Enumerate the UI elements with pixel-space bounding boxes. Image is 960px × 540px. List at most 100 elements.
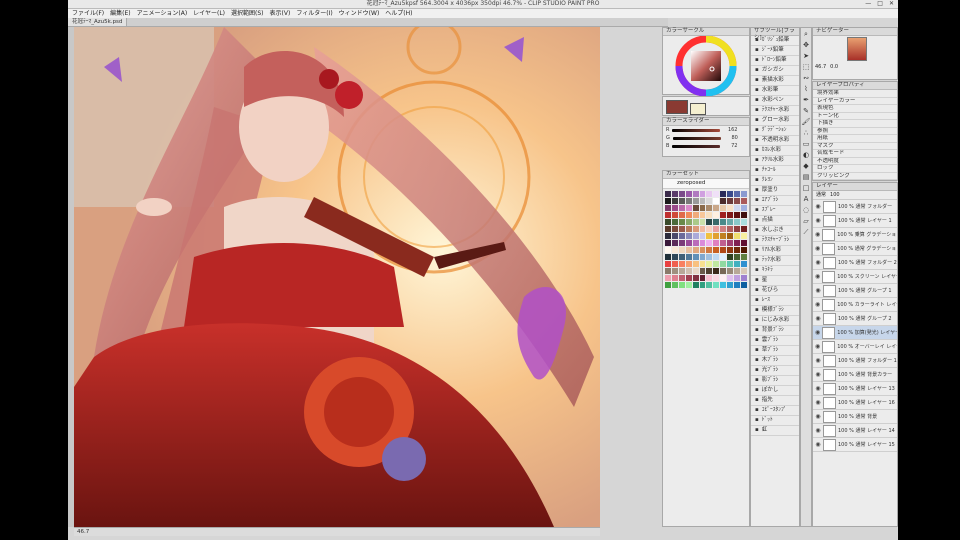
sub-tool-item[interactable]: ▪ ﾘｱﾙ水彩 [751, 246, 799, 256]
layer-property-item[interactable]: 参照 [813, 128, 897, 135]
maximize-button[interactable]: □ [877, 0, 883, 8]
opacity-value[interactable]: 100 [830, 191, 840, 199]
airbrush-tool-icon[interactable]: ∴ [801, 128, 811, 138]
color-swatch[interactable] [720, 247, 727, 253]
color-swatch[interactable] [699, 275, 706, 281]
sub-tool-item[interactable]: ▪ 水しぶき [751, 226, 799, 236]
color-swatch[interactable] [727, 282, 734, 288]
navigator-preview[interactable] [847, 37, 867, 61]
sub-tool-item[interactable]: ▪ ｺﾋﾟｰｽﾀﾝﾌﾟ [751, 406, 799, 416]
sub-tool-item[interactable]: ▪ 模様ﾌﾞﾗｼ [751, 306, 799, 316]
sub-tool-item[interactable]: ▪ 木ﾌﾞﾗｼ [751, 356, 799, 366]
sub-tool-item[interactable]: ▪ ﾃｸｽﾁｬｰﾌﾞﾗｼ [751, 236, 799, 246]
color-swatch[interactable] [713, 282, 720, 288]
navigator-zoom-value[interactable]: 46.7 [815, 64, 826, 70]
layer-row[interactable]: ◉ 100 % カラーライト レイヤー 2 2 [813, 298, 897, 312]
canvas-area[interactable] [74, 27, 600, 527]
color-swatch[interactable] [699, 212, 706, 218]
blend-tool-icon[interactable]: ◐ [801, 150, 811, 160]
color-swatch[interactable] [727, 212, 734, 218]
color-swatch[interactable] [671, 261, 678, 267]
color-swatch[interactable] [671, 212, 678, 218]
color-swatch[interactable] [671, 205, 678, 211]
color-swatch[interactable] [665, 212, 671, 218]
color-swatch[interactable] [665, 275, 671, 281]
sub-tool-item[interactable]: ▪ ぼかし [751, 386, 799, 396]
color-swatch[interactable] [685, 226, 692, 232]
color-swatch[interactable] [706, 233, 713, 239]
navigator-angle-value[interactable]: 0.0 [830, 64, 838, 70]
color-swatch[interactable] [734, 191, 741, 197]
menu-layer[interactable]: レイヤー(L) [193, 9, 225, 18]
color-swatch[interactable] [665, 233, 671, 239]
color-swatch[interactable] [734, 198, 741, 204]
visibility-eye-icon[interactable]: ◉ [815, 399, 821, 406]
color-swatch[interactable] [741, 275, 747, 281]
color-swatch[interactable] [713, 212, 720, 218]
color-swatch[interactable] [699, 191, 706, 197]
color-swatch[interactable] [665, 191, 671, 197]
slider-b[interactable]: B 72 [663, 142, 749, 150]
layer-row[interactable]: ◉ 100 % 通常 レイヤー 15 [813, 438, 897, 452]
layer-property-item[interactable]: マスク [813, 143, 897, 150]
color-swatch[interactable] [706, 261, 713, 267]
layer-row[interactable]: ◉ 100 % 通常 グループ 1 [813, 284, 897, 298]
color-swatch[interactable] [734, 247, 741, 253]
layer-property-item[interactable]: レイヤーカラー [813, 98, 897, 105]
visibility-eye-icon[interactable]: ◉ [815, 329, 820, 336]
slider-b-track[interactable] [672, 144, 721, 148]
color-swatch[interactable] [720, 233, 727, 239]
minimize-button[interactable]: — [865, 0, 871, 8]
color-swatch[interactable] [713, 261, 720, 267]
color-swatch[interactable] [699, 226, 706, 232]
color-swatch[interactable] [699, 268, 706, 274]
operation-tool-icon[interactable]: ➤ [801, 51, 811, 61]
color-swatch[interactable] [727, 191, 734, 197]
sub-tool-item[interactable]: ▪ にじみ水彩 [751, 316, 799, 326]
sub-tool-item[interactable]: ▪ 花びら [751, 286, 799, 296]
color-swatch[interactable] [692, 212, 699, 218]
sub-tool-item[interactable]: ▪ 虹 [751, 426, 799, 436]
menu-help[interactable]: ヘルプ(H) [385, 9, 412, 18]
color-swatch[interactable] [692, 254, 699, 260]
layer-row[interactable]: ◉ 100 % 通常 レイヤー 13 [813, 382, 897, 396]
pencil-tool-icon[interactable]: ✎ [801, 106, 811, 116]
color-swatch[interactable] [692, 282, 699, 288]
color-swatch[interactable] [734, 205, 741, 211]
layer-row[interactable]: ◉ 100 % 通常 背景 [813, 410, 897, 424]
color-swatch[interactable] [678, 219, 685, 225]
sub-tool-item[interactable]: ▪ グロー水彩 [751, 116, 799, 126]
color-swatch[interactable] [720, 219, 727, 225]
layer-property-item[interactable]: 表現色 [813, 105, 897, 113]
layer-property-item[interactable]: 下描き [813, 120, 897, 128]
color-swatch[interactable] [692, 219, 699, 225]
correct-line-tool-icon[interactable]: ⟋ [801, 227, 811, 237]
sub-color-chip[interactable] [690, 103, 706, 115]
sub-tool-item[interactable]: ▪ 水彩ペン [751, 96, 799, 106]
color-swatch[interactable] [678, 261, 685, 267]
color-swatch[interactable] [720, 226, 727, 232]
color-swatch[interactable] [699, 261, 706, 267]
sub-tool-item[interactable]: ▪ 水彩筆 [751, 86, 799, 96]
color-swatch[interactable] [671, 191, 678, 197]
sub-tool-item[interactable]: ▪ ﾄﾞｯﾄ [751, 416, 799, 426]
sub-tool-item[interactable]: ▪ ｱｸﾘﾙ水彩 [751, 156, 799, 166]
slider-r-track[interactable] [672, 128, 721, 132]
color-swatch[interactable] [720, 205, 727, 211]
color-swatch[interactable] [665, 205, 671, 211]
color-swatch[interactable] [685, 198, 692, 204]
color-swatch[interactable] [734, 261, 741, 267]
color-swatch[interactable] [734, 240, 741, 246]
slider-g[interactable]: G 80 [663, 134, 749, 142]
color-swatch[interactable] [720, 254, 727, 260]
color-swatch[interactable] [692, 240, 699, 246]
color-swatch[interactable] [678, 233, 685, 239]
color-swatch[interactable] [685, 275, 692, 281]
menu-view[interactable]: 表示(V) [270, 9, 291, 18]
color-swatch[interactable] [741, 261, 747, 267]
color-swatch[interactable] [713, 191, 720, 197]
layer-property-item[interactable]: 参照レイヤー [813, 180, 897, 181]
layer-row[interactable]: ◉ 100 % 通常 グラデーション 2 [813, 242, 897, 256]
sub-tool-item[interactable]: ▪ 草ﾌﾞﾗｼ [751, 346, 799, 356]
layer-property-item[interactable]: 境界効果 [813, 90, 897, 98]
